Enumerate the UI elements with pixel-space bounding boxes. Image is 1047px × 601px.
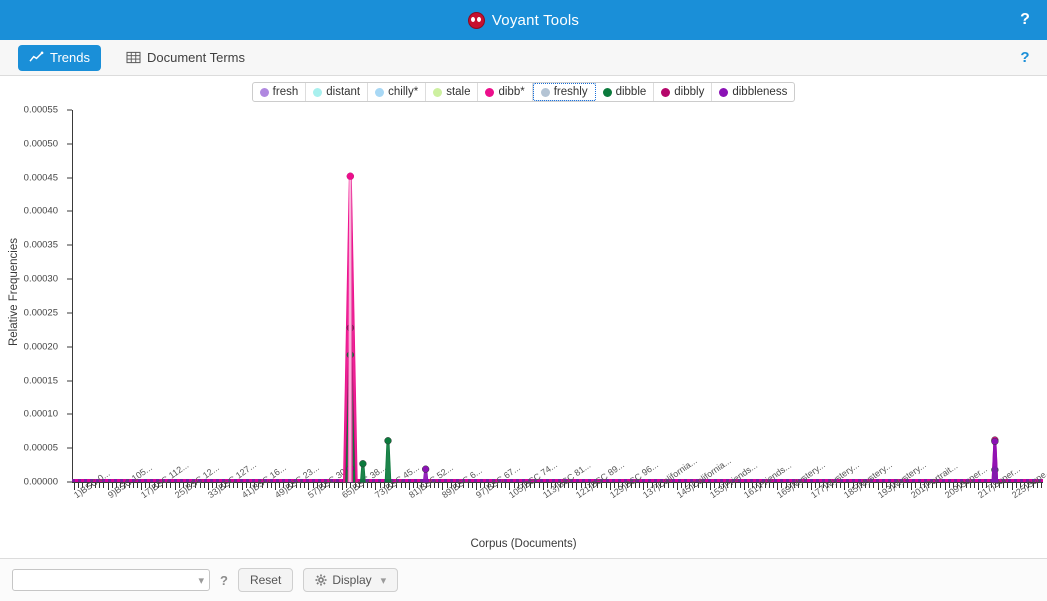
- legend-swatch-icon: [375, 87, 385, 97]
- tab-document-terms[interactable]: Document Terms: [115, 45, 256, 71]
- legend-swatch-icon: [661, 87, 671, 97]
- tool-help-button[interactable]: ?: [1003, 40, 1047, 75]
- legend-item-label: distant: [326, 86, 361, 98]
- legend-item-dibb[interactable]: dibb*: [478, 83, 533, 101]
- voyant-owl-logo-icon: [467, 11, 485, 29]
- legend-item-label: dibbly: [674, 86, 705, 98]
- reset-button[interactable]: Reset: [237, 568, 294, 592]
- tab-trends-label: Trends: [50, 50, 90, 65]
- app-title-text: Voyant Tools: [491, 11, 580, 29]
- term-search-combo[interactable]: ▾: [12, 569, 210, 591]
- series-paths: [342, 172, 999, 483]
- data-point-marker[interactable]: [991, 437, 999, 446]
- data-point-marker[interactable]: [359, 460, 367, 468]
- tab-document-terms-label: Document Terms: [146, 50, 245, 65]
- trends-chart: Relative Frequencies 0.00000 0.00005 0.000…: [0, 102, 1047, 558]
- legend-item-label: dibble: [615, 86, 647, 98]
- x-axis-label: Corpus (Documents): [470, 538, 577, 550]
- legend-swatch-icon: [719, 87, 729, 97]
- legend-item-stale[interactable]: stale: [426, 83, 479, 101]
- legend-swatch-icon: [485, 87, 495, 97]
- data-point-marker[interactable]: [346, 172, 354, 180]
- series-spike: [384, 440, 392, 483]
- legend-container: fresh distant chilly* stale dibb* freshly dibb…: [0, 76, 1047, 102]
- data-point-marker[interactable]: [422, 465, 430, 473]
- legend-item-label: fresh: [272, 86, 299, 98]
- display-chevron-down-icon: ▾: [380, 574, 387, 587]
- legend-item-label: chilly*: [388, 86, 419, 98]
- legend-item-label: dibbleness: [732, 86, 788, 98]
- legend-item-freshly[interactable]: freshly: [532, 83, 596, 101]
- legend-item-dibble[interactable]: dibble: [596, 83, 655, 101]
- table-grid-icon: [126, 51, 141, 64]
- legend-item-distant[interactable]: distant: [306, 83, 369, 101]
- app-title: Voyant Tools: [467, 11, 580, 29]
- legend-swatch-icon: [602, 87, 612, 97]
- legend-item-chilly[interactable]: chilly*: [368, 83, 427, 101]
- legend-swatch-icon: [433, 87, 443, 97]
- bottom-toolbar: ▾ ? Reset Display ▾: [0, 558, 1047, 601]
- display-button-label: Display: [332, 573, 372, 587]
- data-point-marker[interactable]: [384, 437, 392, 445]
- tab-trends[interactable]: Trends: [18, 44, 101, 71]
- title-bar: Voyant Tools ?: [0, 0, 1047, 40]
- search-input[interactable]: [18, 572, 195, 588]
- display-button[interactable]: Display ▾: [303, 568, 399, 592]
- legend-item-dibbly[interactable]: dibbly: [654, 83, 713, 101]
- legend-item-label: stale: [446, 86, 471, 98]
- tool-tabbar: Trends Document Terms ?: [0, 40, 1047, 76]
- search-help-button[interactable]: ?: [220, 573, 228, 588]
- voyant-trends-window: Voyant Tools ? Trends Document Terms ? f…: [0, 0, 1047, 601]
- chart-legend: fresh distant chilly* stale dibb* freshly dibb…: [251, 82, 796, 102]
- legend-item-label: dibb*: [498, 86, 525, 98]
- chevron-down-icon[interactable]: ▾: [198, 574, 204, 587]
- window-help-button[interactable]: ?: [1003, 0, 1047, 40]
- legend-item-dibbleness[interactable]: dibbleness: [712, 83, 794, 101]
- gear-icon: [315, 574, 327, 586]
- line-chart-icon: [29, 51, 44, 64]
- legend-swatch-icon: [313, 87, 323, 97]
- legend-swatch-icon: [259, 87, 269, 97]
- series-spike: [991, 441, 999, 483]
- legend-item-fresh[interactable]: fresh: [253, 83, 307, 101]
- legend-item-label: freshly: [553, 86, 588, 98]
- legend-swatch-icon: [540, 87, 550, 97]
